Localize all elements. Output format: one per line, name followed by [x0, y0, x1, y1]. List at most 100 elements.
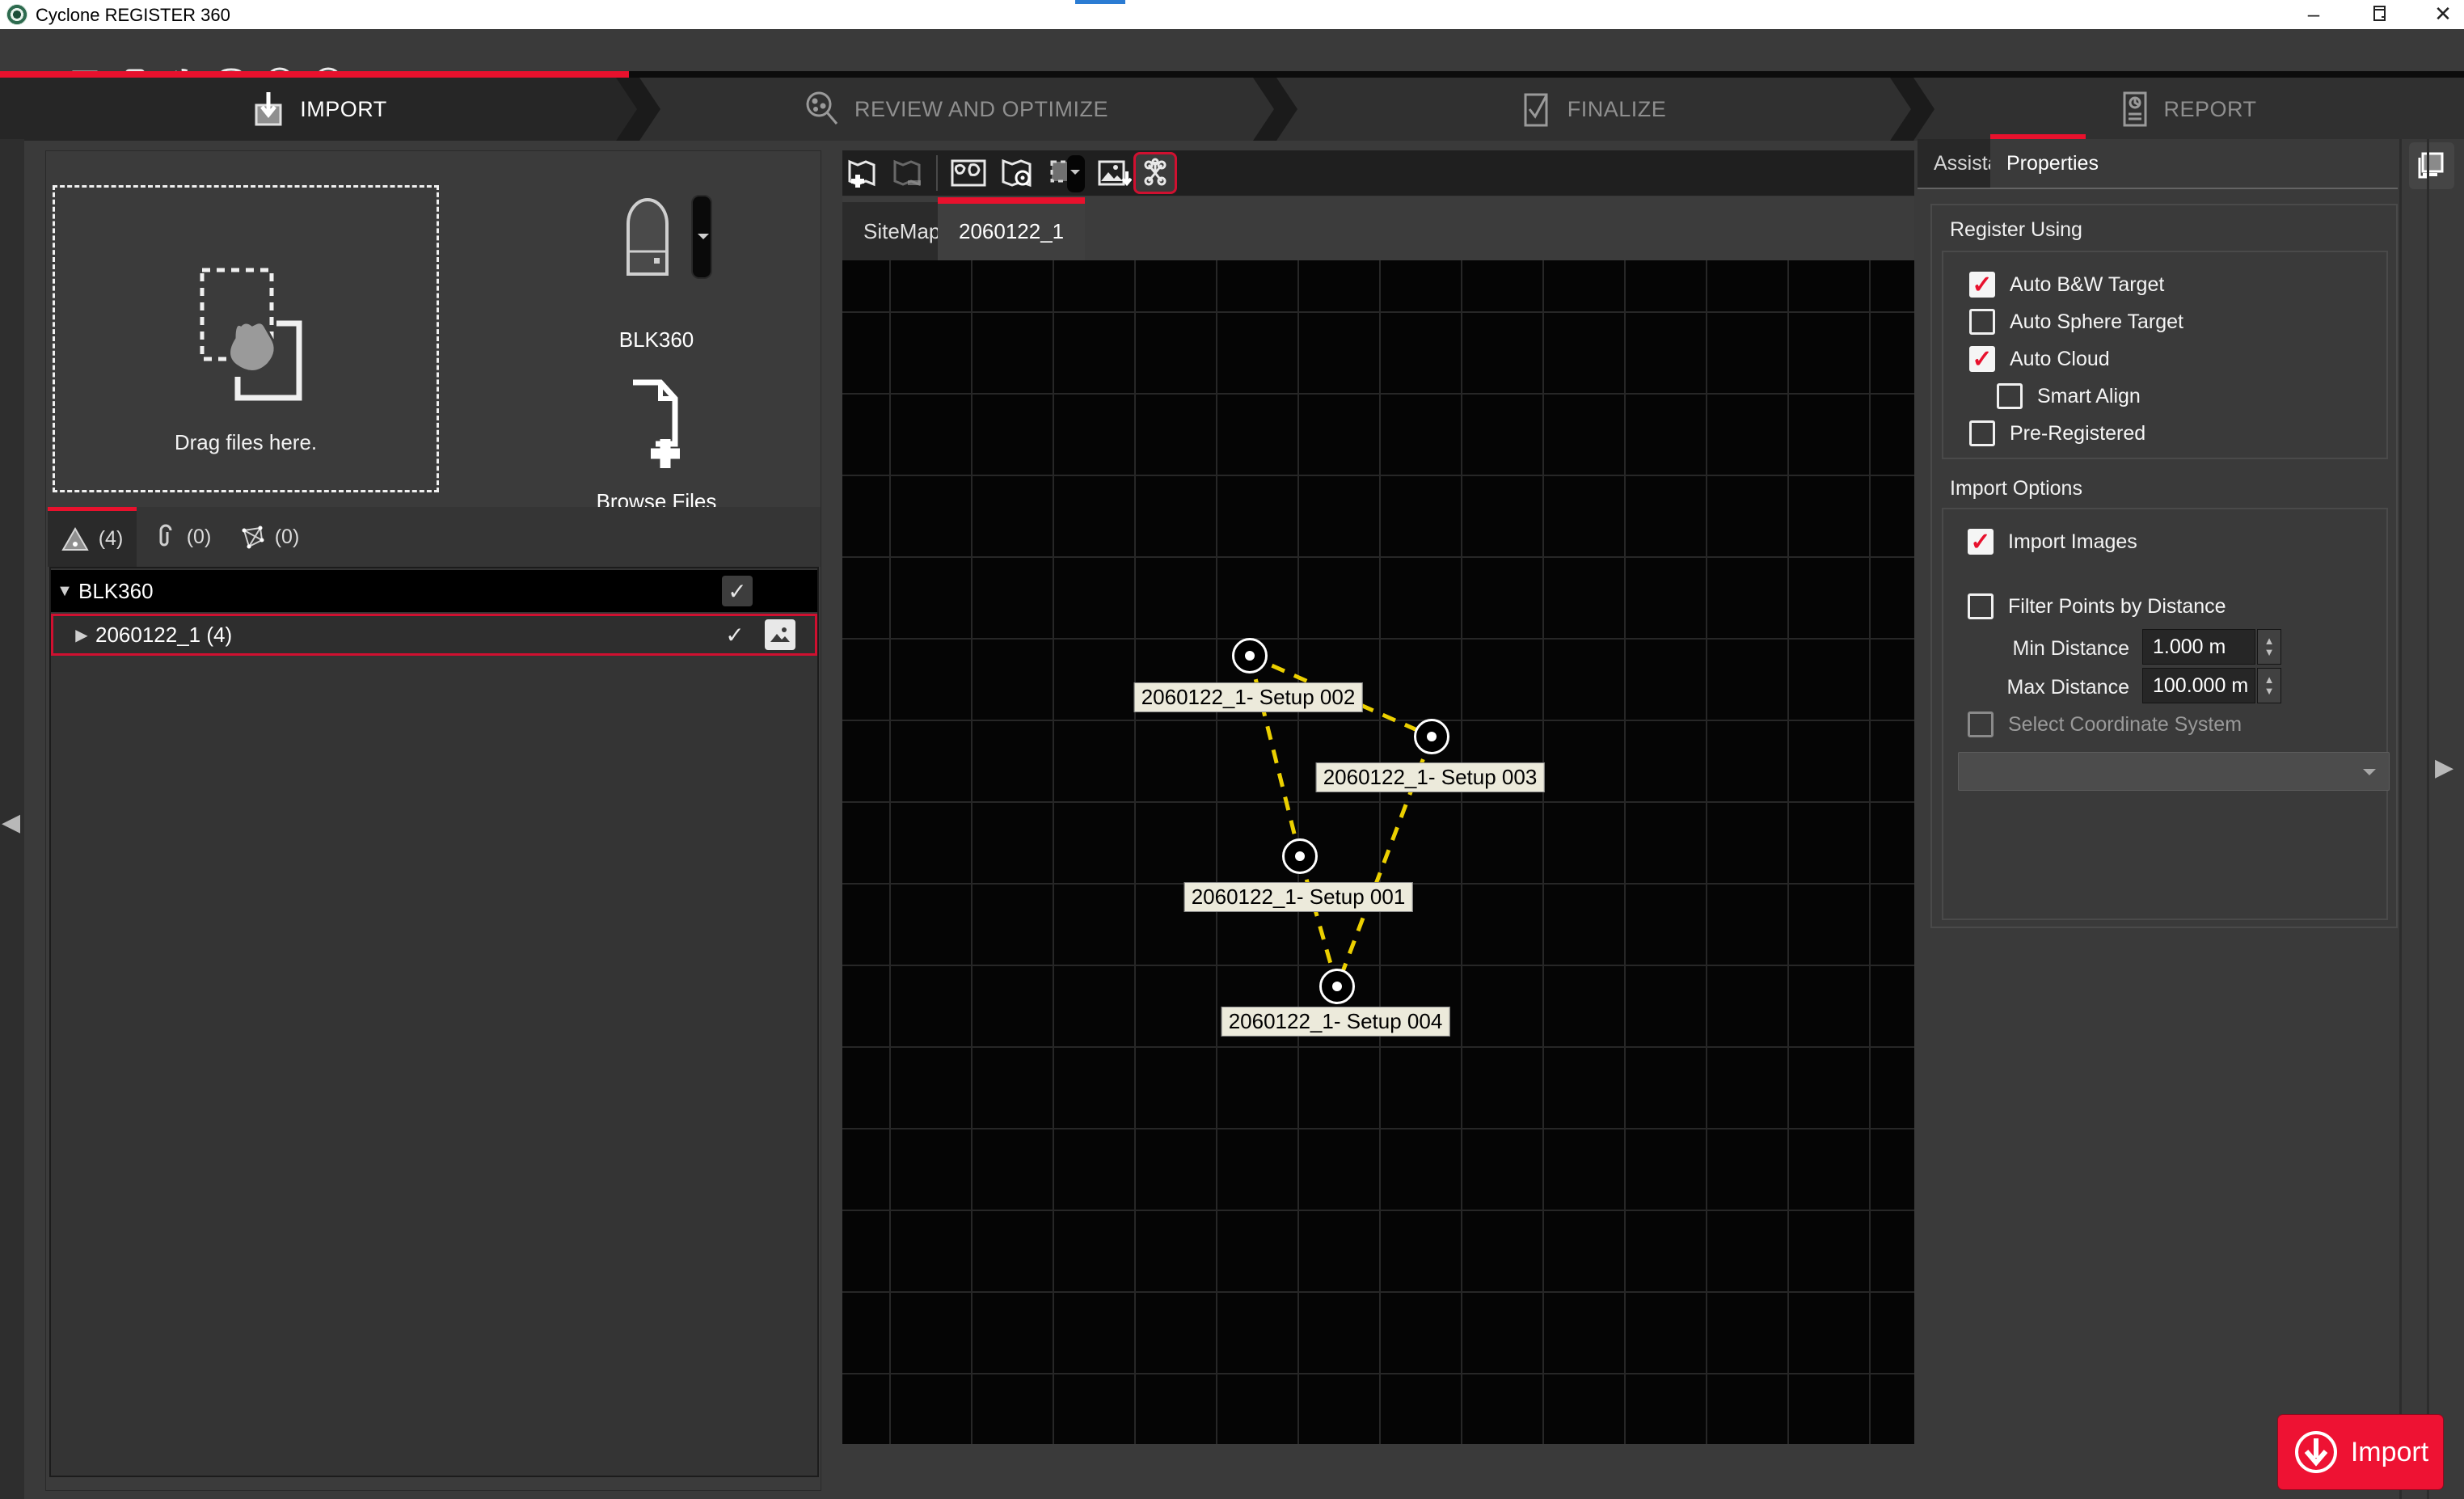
- export-image-icon[interactable]: [1095, 155, 1133, 191]
- properties-panel: Assistant Properties Register Using ✓Aut…: [1918, 139, 2464, 1499]
- expand-arrow-icon[interactable]: ▼: [51, 582, 78, 601]
- tree-row-label: BLK360: [78, 579, 154, 604]
- filter-points-checkbox[interactable]: [1968, 593, 1994, 619]
- setup-label[interactable]: 2060122_1- Setup 004: [1221, 1007, 1450, 1037]
- workflow-step-label: REPORT: [2163, 97, 2256, 122]
- paperclip-icon: [153, 524, 177, 550]
- register-option-row: Smart Align: [1997, 382, 2141, 411]
- drag-files-dropzone[interactable]: Drag files here.: [53, 185, 439, 492]
- blk360-count-slider[interactable]: [691, 195, 712, 279]
- workflow-step-review[interactable]: REVIEW AND OPTIMIZE: [637, 78, 1274, 141]
- setup-node[interactable]: [1282, 838, 1318, 874]
- setup-node[interactable]: [1414, 719, 1449, 754]
- main-toolbar: ? i links: [0, 29, 2464, 73]
- min-distance-input[interactable]: 1.000 m: [2142, 629, 2255, 665]
- select-coordinate-checkbox[interactable]: [1968, 711, 1994, 737]
- setup-node[interactable]: [1319, 969, 1355, 1004]
- tab-attachments[interactable]: (0): [141, 507, 222, 567]
- title-bar: Cyclone REGISTER 360 – ✕: [0, 0, 2464, 29]
- workflow-step-report[interactable]: REPORT: [1911, 78, 2464, 141]
- checkbox-label: Filter Points by Distance: [2008, 595, 2226, 619]
- checkbox[interactable]: ✓: [1969, 272, 1995, 298]
- import-images-row: ✓ Import Images: [1968, 527, 2137, 556]
- tab-label: Properties: [2006, 152, 2099, 175]
- tree-check-icon[interactable]: ✓: [722, 576, 753, 606]
- active-tab-indicator: [938, 197, 1085, 204]
- setup-node[interactable]: [1232, 638, 1268, 673]
- toolbar-separator: [936, 155, 938, 191]
- dropzone-label: Drag files here.: [55, 430, 437, 455]
- register-option-row: Auto Sphere Target: [1969, 307, 2183, 336]
- finalize-stage-icon: [1519, 90, 1555, 129]
- filter-points-row: Filter Points by Distance: [1968, 592, 2226, 621]
- checkbox[interactable]: [1997, 383, 2023, 409]
- tab-warnings[interactable]: (4): [48, 507, 137, 567]
- import-button[interactable]: Import: [2278, 1415, 2443, 1489]
- properties-content: Register Using ✓Auto B&W TargetAuto Sphe…: [1930, 204, 2398, 928]
- tree-check-icon[interactable]: ✓: [719, 619, 750, 650]
- coordinate-system-dropdown[interactable]: [1958, 752, 2390, 791]
- tab-dataset[interactable]: 2060122_1: [938, 202, 1085, 260]
- import-download-icon: [2293, 1429, 2340, 1476]
- max-distance-input[interactable]: 100.000 m: [2142, 668, 2255, 703]
- import-list-tabs: (4) (0) (0): [48, 507, 821, 567]
- register-using-group: ✓Auto B&W TargetAuto Sphere Target✓Auto …: [1942, 251, 2388, 459]
- import-button-label: Import: [2351, 1437, 2428, 1468]
- workflow-step-label: REVIEW AND OPTIMIZE: [854, 97, 1108, 122]
- selection-mode-dropdown[interactable]: [1067, 155, 1085, 192]
- panel-divider: [2399, 139, 2402, 1499]
- workflow-step-import[interactable]: IMPORT: [0, 78, 637, 141]
- tree-row-dataset[interactable]: ▶ 2060122_1 (4) ✓: [51, 614, 817, 656]
- sitemap-toolbar: [842, 150, 1914, 196]
- minimize-button[interactable]: –: [2276, 0, 2351, 27]
- select-coordinate-row: Select Coordinate System: [1968, 710, 2242, 739]
- checkbox-label: Auto Cloud: [2010, 348, 2110, 371]
- add-sitemap-icon[interactable]: [842, 155, 881, 191]
- app-logo-icon: [6, 4, 27, 25]
- import-options-group: ✓ Import Images Filter Points by Distanc…: [1942, 508, 2388, 920]
- checkbox-label: Pre-Registered: [2010, 422, 2145, 445]
- restore-icon: [2369, 4, 2388, 23]
- import-images-checkbox[interactable]: ✓: [1968, 529, 1994, 555]
- checkbox-label: Select Coordinate System: [2008, 713, 2242, 737]
- blk360-device-button[interactable]: BLK360: [563, 193, 749, 355]
- close-button[interactable]: ✕: [2406, 0, 2464, 27]
- checkbox[interactable]: ✓: [1969, 346, 1995, 372]
- tab-links[interactable]: (0): [227, 507, 311, 567]
- import-tree: ▼ BLK360 ✓ ▶ 2060122_1 (4) ✓: [49, 567, 819, 1477]
- remove-sitemap-icon[interactable]: [888, 155, 926, 191]
- collapse-left-panel-arrow-icon[interactable]: ◀: [2, 809, 20, 837]
- tree-image-icon[interactable]: [765, 619, 795, 650]
- checkbox[interactable]: [1969, 420, 1995, 446]
- tree-row-blk360[interactable]: ▼ BLK360 ✓: [51, 570, 817, 612]
- workflow-progress-bar: [0, 71, 629, 78]
- create-links-tool-icon[interactable]: [1133, 152, 1177, 194]
- min-distance-label: Min Distance: [1976, 637, 2129, 661]
- blk360-device-icon: [612, 193, 685, 282]
- workflow-step-finalize[interactable]: FINALIZE: [1274, 78, 1911, 141]
- restore-button[interactable]: [2341, 0, 2415, 27]
- setup-label[interactable]: 2060122_1- Setup 001: [1184, 882, 1413, 912]
- import-source-panel: Drag files here. BLK360 Browse Files (4): [45, 150, 821, 1491]
- setup-label[interactable]: 2060122_1- Setup 003: [1316, 762, 1545, 792]
- map-location-icon[interactable]: [998, 155, 1036, 191]
- section-title: Import Options: [1950, 477, 2082, 500]
- checkbox-label: Smart Align: [2037, 385, 2141, 408]
- left-collapse-rail: ◀: [0, 139, 24, 1499]
- max-distance-label: Max Distance: [1976, 676, 2129, 699]
- checkbox-label: Import Images: [2008, 530, 2137, 554]
- max-distance-spinner[interactable]: ▲▼: [2257, 668, 2281, 703]
- checkbox[interactable]: [1969, 309, 1995, 335]
- setup-label[interactable]: 2060122_1- Setup 002: [1134, 682, 1363, 712]
- browse-files-button[interactable]: Browse Files: [563, 368, 749, 518]
- expand-arrow-icon[interactable]: ▶: [68, 625, 95, 645]
- sitemap-canvas[interactable]: 2060122_1- Setup 002 2060122_1- Setup 003…: [842, 260, 1914, 1444]
- panel-layout-button[interactable]: [2409, 142, 2454, 189]
- expand-right-panel-arrow-icon[interactable]: ▶: [2435, 754, 2453, 782]
- setup-nodes-layer: 2060122_1- Setup 002 2060122_1- Setup 003…: [842, 260, 1914, 1444]
- tab-properties[interactable]: Properties: [1990, 139, 2115, 188]
- browse-files-icon: [627, 376, 691, 481]
- min-distance-spinner[interactable]: ▲▼: [2257, 629, 2281, 665]
- workflow-bar: IMPORT REVIEW AND OPTIMIZE FINALIZE REPO…: [0, 78, 2464, 141]
- geotag-image-icon[interactable]: [949, 155, 988, 191]
